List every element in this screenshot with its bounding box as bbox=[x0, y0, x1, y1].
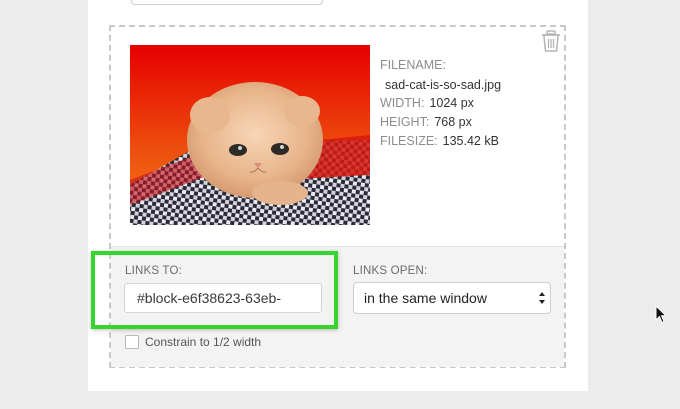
image-thumbnail bbox=[130, 45, 370, 225]
links-open-label: LINKS OPEN: bbox=[353, 265, 428, 277]
filename-value: sad-cat-is-so-sad.jpg bbox=[385, 78, 502, 92]
width-value: 1024 px bbox=[429, 96, 474, 110]
select-arrows-icon bbox=[539, 292, 545, 304]
highlight-box bbox=[91, 251, 338, 329]
mouse-cursor-icon bbox=[655, 305, 667, 324]
filesize-value: 135.42 kB bbox=[442, 134, 499, 148]
height-label: HEIGHT: bbox=[380, 115, 430, 129]
top-input-field[interactable] bbox=[131, 0, 323, 5]
height-value: 768 px bbox=[434, 115, 472, 129]
constrain-label: Constrain to 1/2 width bbox=[145, 335, 262, 349]
constrain-checkbox[interactable] bbox=[125, 335, 139, 349]
filename-label: FILENAME: bbox=[380, 58, 446, 72]
links-open-select[interactable]: in the same window bbox=[353, 282, 551, 314]
trash-icon[interactable] bbox=[541, 30, 561, 52]
links-open-selected: in the same window bbox=[364, 290, 487, 306]
width-label: WIDTH: bbox=[380, 96, 425, 110]
filesize-label: FILESIZE: bbox=[380, 134, 438, 148]
